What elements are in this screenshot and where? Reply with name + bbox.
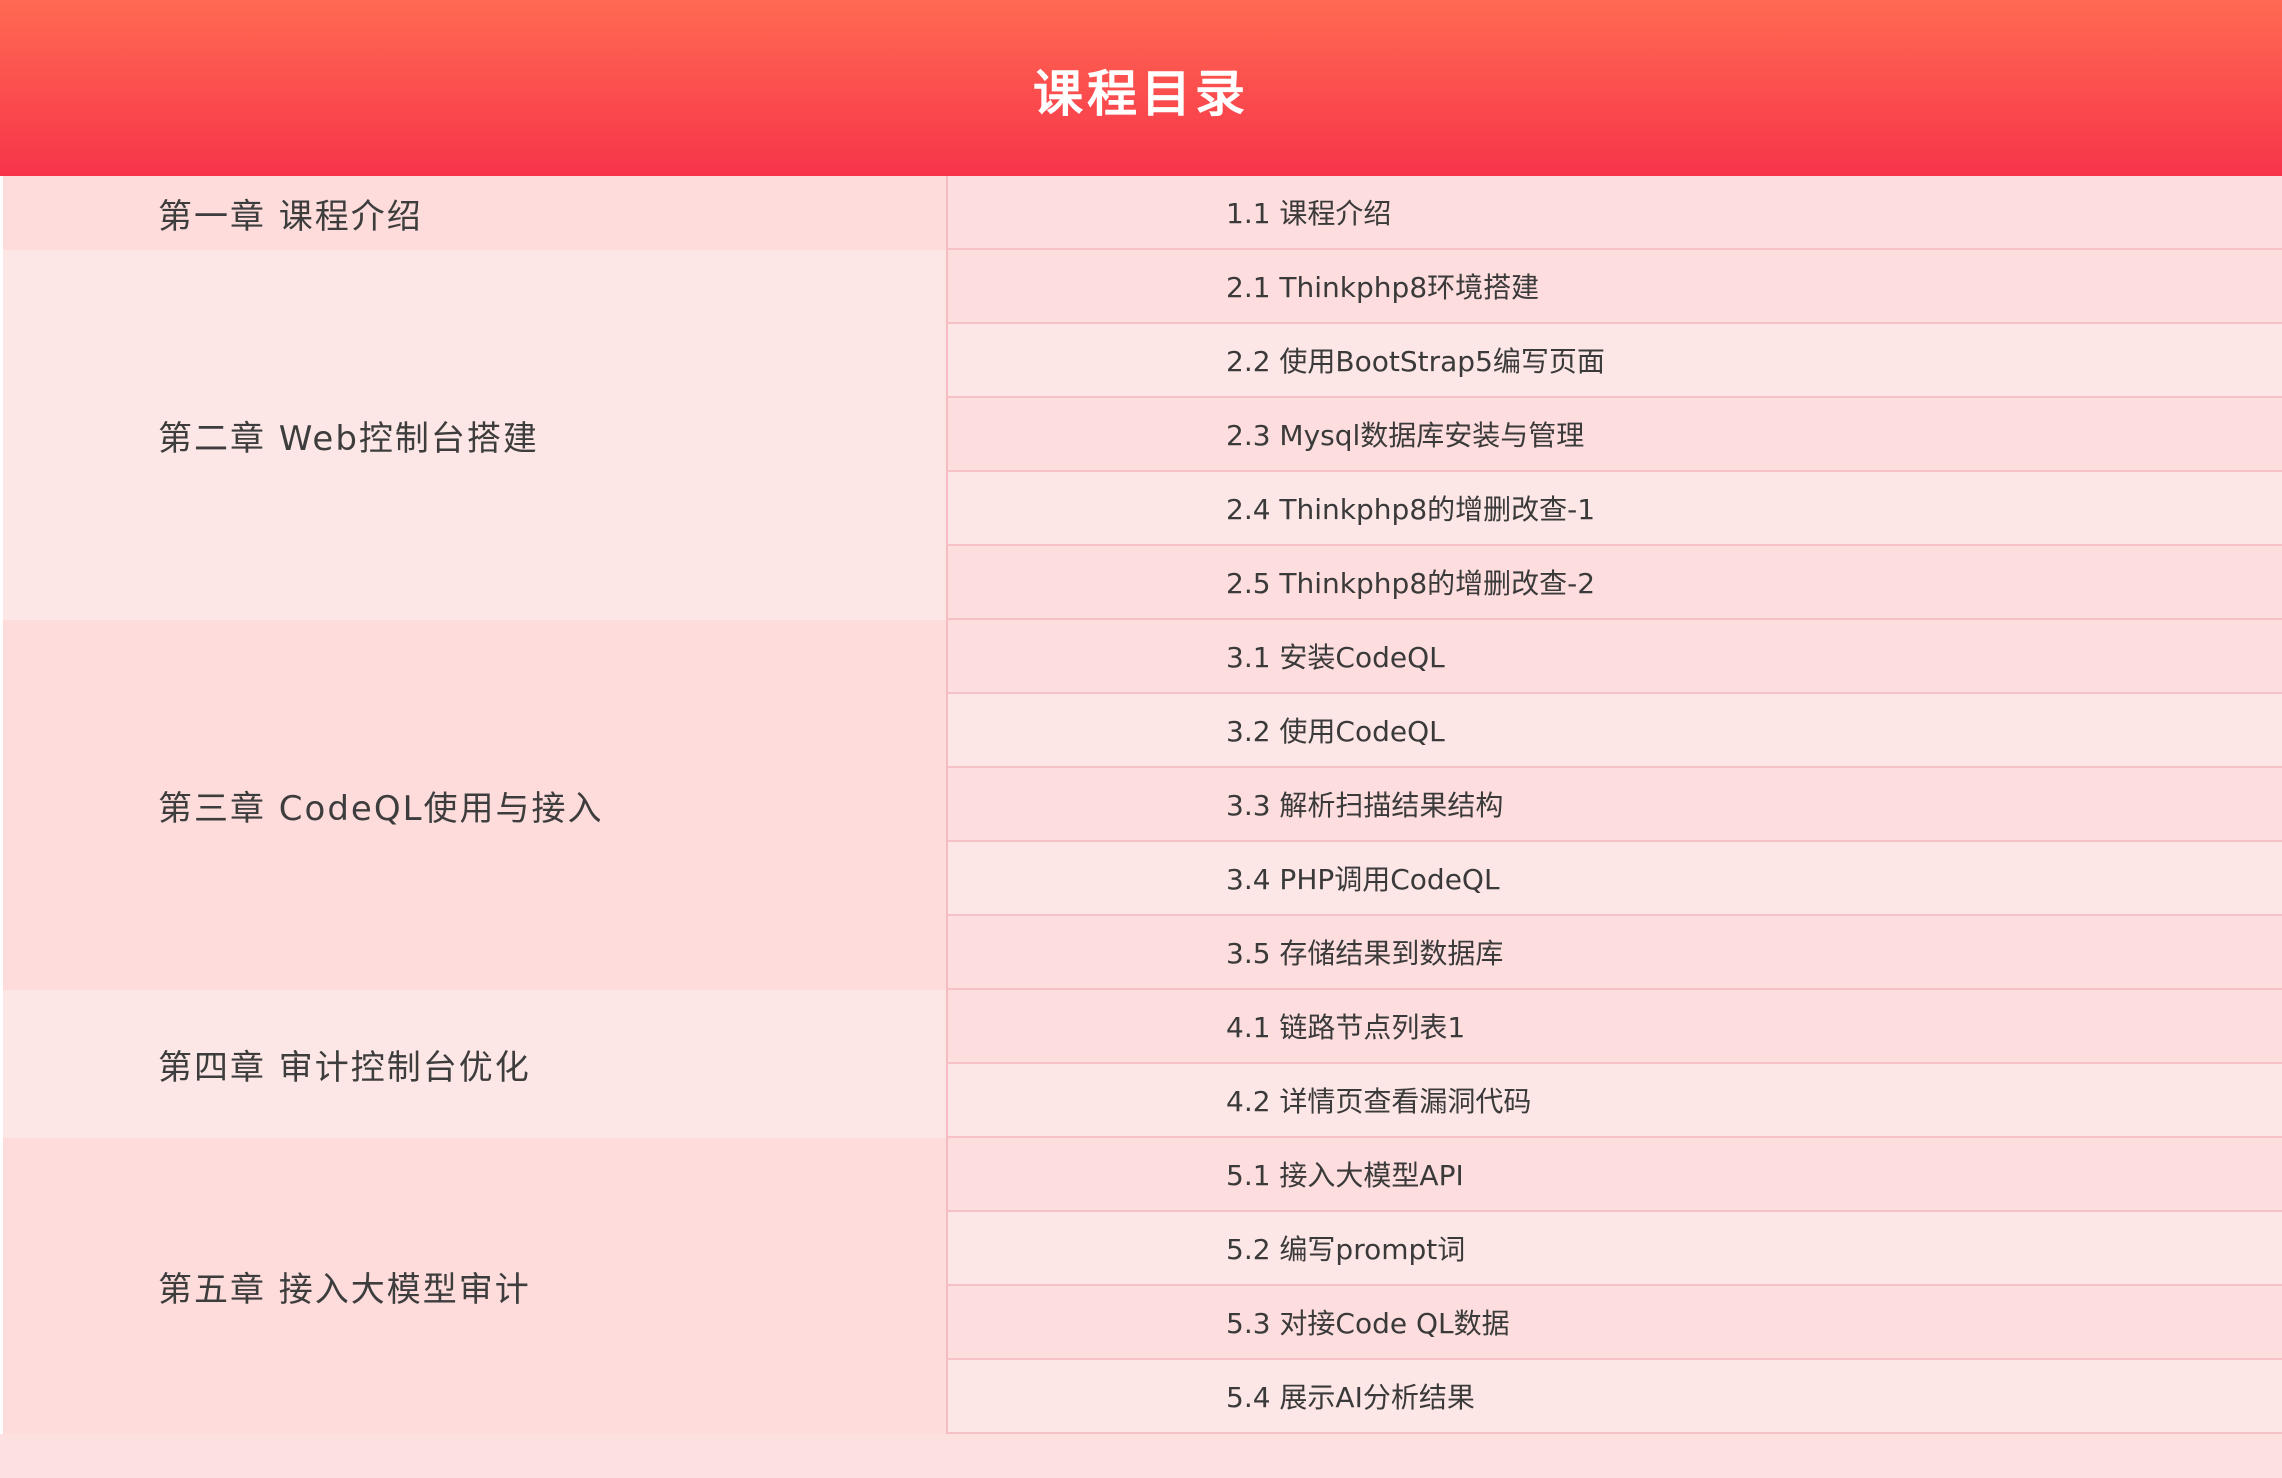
- lesson-label: 2.1 Thinkphp8环境搭建: [1226, 271, 1540, 304]
- lesson-label: 4.1 链路节点列表1: [1226, 1011, 1466, 1044]
- lesson-item[interactable]: 3.2 使用CodeQL: [948, 694, 2282, 768]
- chapter-row: 第二章 Web控制台搭建 2.1 Thinkphp8环境搭建 2.2 使用Boo…: [0, 250, 2282, 620]
- lesson-label: 3.2 使用CodeQL: [1226, 715, 1445, 748]
- lesson-label: 2.3 Mysql数据库安装与管理: [1226, 419, 1585, 452]
- lesson-item[interactable]: 2.1 Thinkphp8环境搭建: [948, 250, 2282, 324]
- lesson-item[interactable]: 2.3 Mysql数据库安装与管理: [948, 398, 2282, 472]
- lesson-label: 2.2 使用BootStrap5编写页面: [1226, 345, 1605, 378]
- lesson-label: 5.2 编写prompt词: [1226, 1233, 1466, 1266]
- lesson-label: 3.1 安装CodeQL: [1226, 641, 1445, 674]
- lesson-item[interactable]: 5.1 接入大模型API: [948, 1138, 2282, 1212]
- lesson-label: 3.3 解析扫描结果结构: [1226, 789, 1504, 822]
- lesson-item[interactable]: 3.5 存储结果到数据库: [948, 916, 2282, 990]
- chapter-row: 第五章 接入大模型审计 5.1 接入大模型API 5.2 编写prompt词 5…: [0, 1138, 2282, 1434]
- chapter-row: 第四章 审计控制台优化 4.1 链路节点列表1 4.2 详情页查看漏洞代码: [0, 990, 2282, 1138]
- lesson-list: 1.1 课程介绍: [948, 176, 2282, 250]
- lesson-label: 3.4 PHP调用CodeQL: [1226, 863, 1500, 896]
- chapter-title: 第四章 审计控制台优化: [158, 1047, 531, 1088]
- chapter-title-cell: 第三章 CodeQL使用与接入: [0, 620, 948, 990]
- lesson-item[interactable]: 3.4 PHP调用CodeQL: [948, 842, 2282, 916]
- lesson-item[interactable]: 3.1 安装CodeQL: [948, 620, 2282, 694]
- chapter-title-cell: 第一章 课程介绍: [0, 176, 948, 250]
- lesson-label: 4.2 详情页查看漏洞代码: [1226, 1085, 1532, 1118]
- lesson-item[interactable]: 2.2 使用BootStrap5编写页面: [948, 324, 2282, 398]
- chapter-title: 第二章 Web控制台搭建: [158, 418, 539, 459]
- lesson-item[interactable]: 1.1 课程介绍: [948, 176, 2282, 250]
- lesson-label: 3.5 存储结果到数据库: [1226, 937, 1504, 970]
- lesson-label: 2.5 Thinkphp8的增删改查-2: [1226, 567, 1596, 600]
- lesson-item[interactable]: 5.2 编写prompt词: [948, 1212, 2282, 1286]
- lesson-label: 1.1 课程介绍: [1226, 197, 1392, 230]
- lesson-list: 2.1 Thinkphp8环境搭建 2.2 使用BootStrap5编写页面 2…: [948, 250, 2282, 620]
- lesson-list: 4.1 链路节点列表1 4.2 详情页查看漏洞代码: [948, 990, 2282, 1138]
- lesson-label: 5.4 展示AI分析结果: [1226, 1381, 1475, 1414]
- catalog-table: 第一章 课程介绍 1.1 课程介绍 第二章 Web控制台搭建 2.1 Think…: [0, 176, 2282, 1478]
- lesson-item[interactable]: 4.1 链路节点列表1: [948, 990, 2282, 1064]
- page-title: 课程目录: [1033, 65, 1249, 123]
- lesson-list: 5.1 接入大模型API 5.2 编写prompt词 5.3 对接Code QL…: [948, 1138, 2282, 1434]
- lesson-label: 2.4 Thinkphp8的增删改查-1: [1226, 493, 1596, 526]
- chapter-title-cell: 第二章 Web控制台搭建: [0, 250, 948, 620]
- lesson-item[interactable]: 4.2 详情页查看漏洞代码: [948, 1064, 2282, 1138]
- lesson-label: 5.3 对接Code QL数据: [1226, 1307, 1510, 1340]
- chapter-title-cell: 第四章 审计控制台优化: [0, 990, 948, 1138]
- course-catalog-page: 课程目录 第一章 课程介绍 1.1 课程介绍 第二章 Web控制台搭建 2.1 …: [0, 0, 2282, 1478]
- lesson-list: 3.1 安装CodeQL 3.2 使用CodeQL 3.3 解析扫描结果结构 3…: [948, 620, 2282, 990]
- header-banner: 课程目录: [0, 0, 2282, 176]
- lesson-item[interactable]: 2.4 Thinkphp8的增删改查-1: [948, 472, 2282, 546]
- chapter-title-cell: 第五章 接入大模型审计: [0, 1138, 948, 1434]
- chapter-row: 第三章 CodeQL使用与接入 3.1 安装CodeQL 3.2 使用CodeQ…: [0, 620, 2282, 990]
- lesson-item[interactable]: 5.4 展示AI分析结果: [948, 1360, 2282, 1434]
- chapter-row: 第一章 课程介绍 1.1 课程介绍: [0, 176, 2282, 250]
- lesson-item[interactable]: 3.3 解析扫描结果结构: [948, 768, 2282, 842]
- chapter-title: 第五章 接入大模型审计: [158, 1269, 531, 1310]
- lesson-label: 5.1 接入大模型API: [1226, 1159, 1464, 1192]
- chapter-title: 第一章 课程介绍: [158, 196, 423, 237]
- lesson-item[interactable]: 2.5 Thinkphp8的增删改查-2: [948, 546, 2282, 620]
- chapter-title: 第三章 CodeQL使用与接入: [158, 788, 604, 829]
- lesson-item[interactable]: 5.3 对接Code QL数据: [948, 1286, 2282, 1360]
